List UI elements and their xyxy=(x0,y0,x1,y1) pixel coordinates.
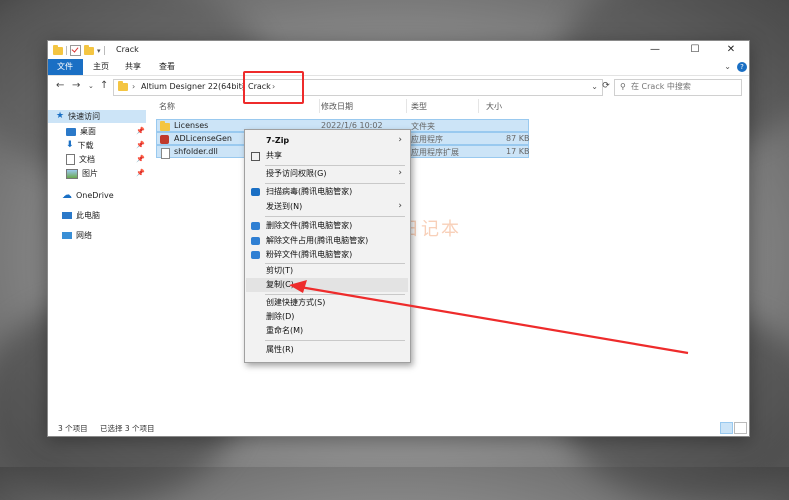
arrow-head xyxy=(289,280,307,293)
annotation-arrow xyxy=(289,280,689,355)
arrow-line xyxy=(299,285,689,355)
